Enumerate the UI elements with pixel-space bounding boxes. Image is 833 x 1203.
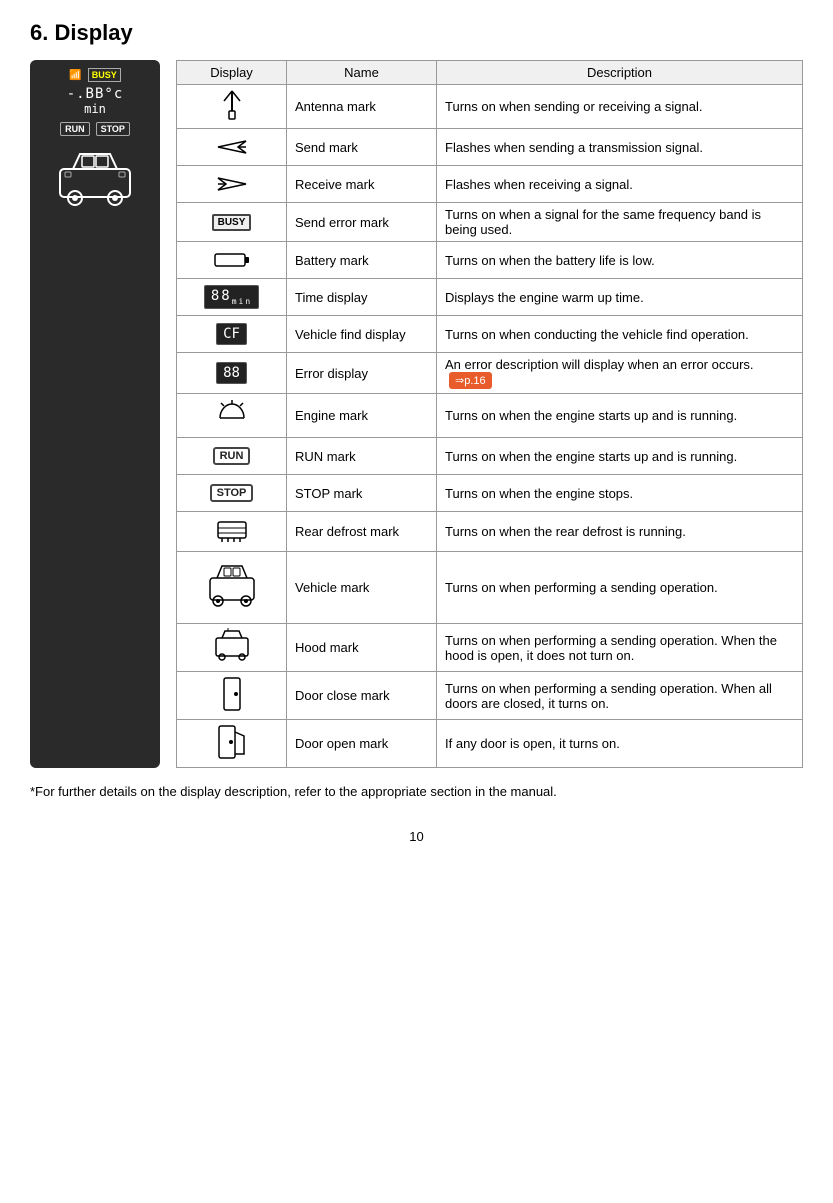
display-cell-defrost <box>177 512 287 552</box>
col-header-name: Name <box>287 61 437 85</box>
table-row: Rear defrost markTurns on when the rear … <box>177 512 803 552</box>
mark-description: Turns on when conducting the vehicle fin… <box>437 316 803 353</box>
mark-description: Displays the engine warm up time. <box>437 279 803 316</box>
mark-name: Door close mark <box>287 672 437 720</box>
display-cell-engine <box>177 394 287 438</box>
display-cell-door_open <box>177 720 287 768</box>
device-run-badge: RUN <box>60 122 90 136</box>
mark-name: RUN mark <box>287 438 437 475</box>
display-cell-busy: BUSY <box>177 203 287 242</box>
mark-name: Hood mark <box>287 624 437 672</box>
table-row: Send markFlashes when sending a transmis… <box>177 129 803 166</box>
mark-name: Engine mark <box>287 394 437 438</box>
mark-description: Turns on when performing a sending opera… <box>437 624 803 672</box>
display-cell-send <box>177 129 287 166</box>
mark-description: Turns on when the rear defrost is runnin… <box>437 512 803 552</box>
display-cell-time: 88min <box>177 279 287 316</box>
table-row: CFVehicle find displayTurns on when cond… <box>177 316 803 353</box>
display-table: Display Name Description Antenna markTur… <box>176 60 803 768</box>
device-icon-signal: 📶 <box>69 70 81 81</box>
device-lcd-top: -.BB°c <box>67 86 124 102</box>
table-row: 88Error displayAn error description will… <box>177 353 803 394</box>
col-header-display: Display <box>177 61 287 85</box>
table-row: Vehicle markTurns on when performing a s… <box>177 552 803 624</box>
display-cell-cf: CF <box>177 316 287 353</box>
display-cell-battery <box>177 242 287 279</box>
display-cell-vehicle <box>177 552 287 624</box>
device-stop-badge: STOP <box>96 122 130 136</box>
table-row: BUSYSend error markTurns on when a signa… <box>177 203 803 242</box>
mark-description: Turns on when performing a sending opera… <box>437 672 803 720</box>
device-car-icon <box>55 144 135 217</box>
display-cell-error: 88 <box>177 353 287 394</box>
mark-name: Antenna mark <box>287 85 437 129</box>
mark-description: Flashes when receiving a signal. <box>437 166 803 203</box>
table-row: Door close markTurns on when performing … <box>177 672 803 720</box>
table-row: 88minTime displayDisplays the engine war… <box>177 279 803 316</box>
display-cell-stop: STOP <box>177 475 287 512</box>
mark-description: Turns on when the engine stops. <box>437 475 803 512</box>
mark-name: Send mark <box>287 129 437 166</box>
mark-name: Door open mark <box>287 720 437 768</box>
mark-description: Turns on when the engine starts up and i… <box>437 438 803 475</box>
mark-name: Send error mark <box>287 203 437 242</box>
table-row: Receive markFlashes when receiving a sig… <box>177 166 803 203</box>
device-image: 📶 BUSY -.BB°c min RUN STOP <box>30 60 160 768</box>
page-reference-badge: ⇒p.16 <box>449 372 492 389</box>
mark-description: Flashes when sending a transmission sign… <box>437 129 803 166</box>
mark-name: Vehicle mark <box>287 552 437 624</box>
mark-description: Turns on when performing a sending opera… <box>437 552 803 624</box>
mark-name: Time display <box>287 279 437 316</box>
mark-name: Error display <box>287 353 437 394</box>
display-cell-antenna <box>177 85 287 129</box>
table-row: Antenna markTurns on when sending or rec… <box>177 85 803 129</box>
footnote: *For further details on the display desc… <box>30 784 803 799</box>
device-busy-label: BUSY <box>88 68 121 82</box>
table-row: RUNRUN markTurns on when the engine star… <box>177 438 803 475</box>
table-row: Engine markTurns on when the engine star… <box>177 394 803 438</box>
mark-description: Turns on when sending or receiving a sig… <box>437 85 803 129</box>
display-cell-hood <box>177 624 287 672</box>
mark-name: Vehicle find display <box>287 316 437 353</box>
mark-description: Turns on when the engine starts up and i… <box>437 394 803 438</box>
mark-description: An error description will display when a… <box>437 353 803 394</box>
page-number: 10 <box>30 829 803 844</box>
mark-name: STOP mark <box>287 475 437 512</box>
table-row: Hood markTurns on when performing a send… <box>177 624 803 672</box>
mark-description: Turns on when a signal for the same freq… <box>437 203 803 242</box>
table-row: Battery markTurns on when the battery li… <box>177 242 803 279</box>
display-cell-door_close <box>177 672 287 720</box>
table-row: Door open markIf any door is open, it tu… <box>177 720 803 768</box>
page-title: 6. Display <box>30 20 803 46</box>
col-header-description: Description <box>437 61 803 85</box>
device-lcd-bottom: min <box>84 102 106 116</box>
mark-name: Battery mark <box>287 242 437 279</box>
mark-description: Turns on when the battery life is low. <box>437 242 803 279</box>
display-cell-run: RUN <box>177 438 287 475</box>
display-cell-receive <box>177 166 287 203</box>
table-row: STOPSTOP markTurns on when the engine st… <box>177 475 803 512</box>
mark-name: Rear defrost mark <box>287 512 437 552</box>
mark-description: If any door is open, it turns on. <box>437 720 803 768</box>
mark-name: Receive mark <box>287 166 437 203</box>
